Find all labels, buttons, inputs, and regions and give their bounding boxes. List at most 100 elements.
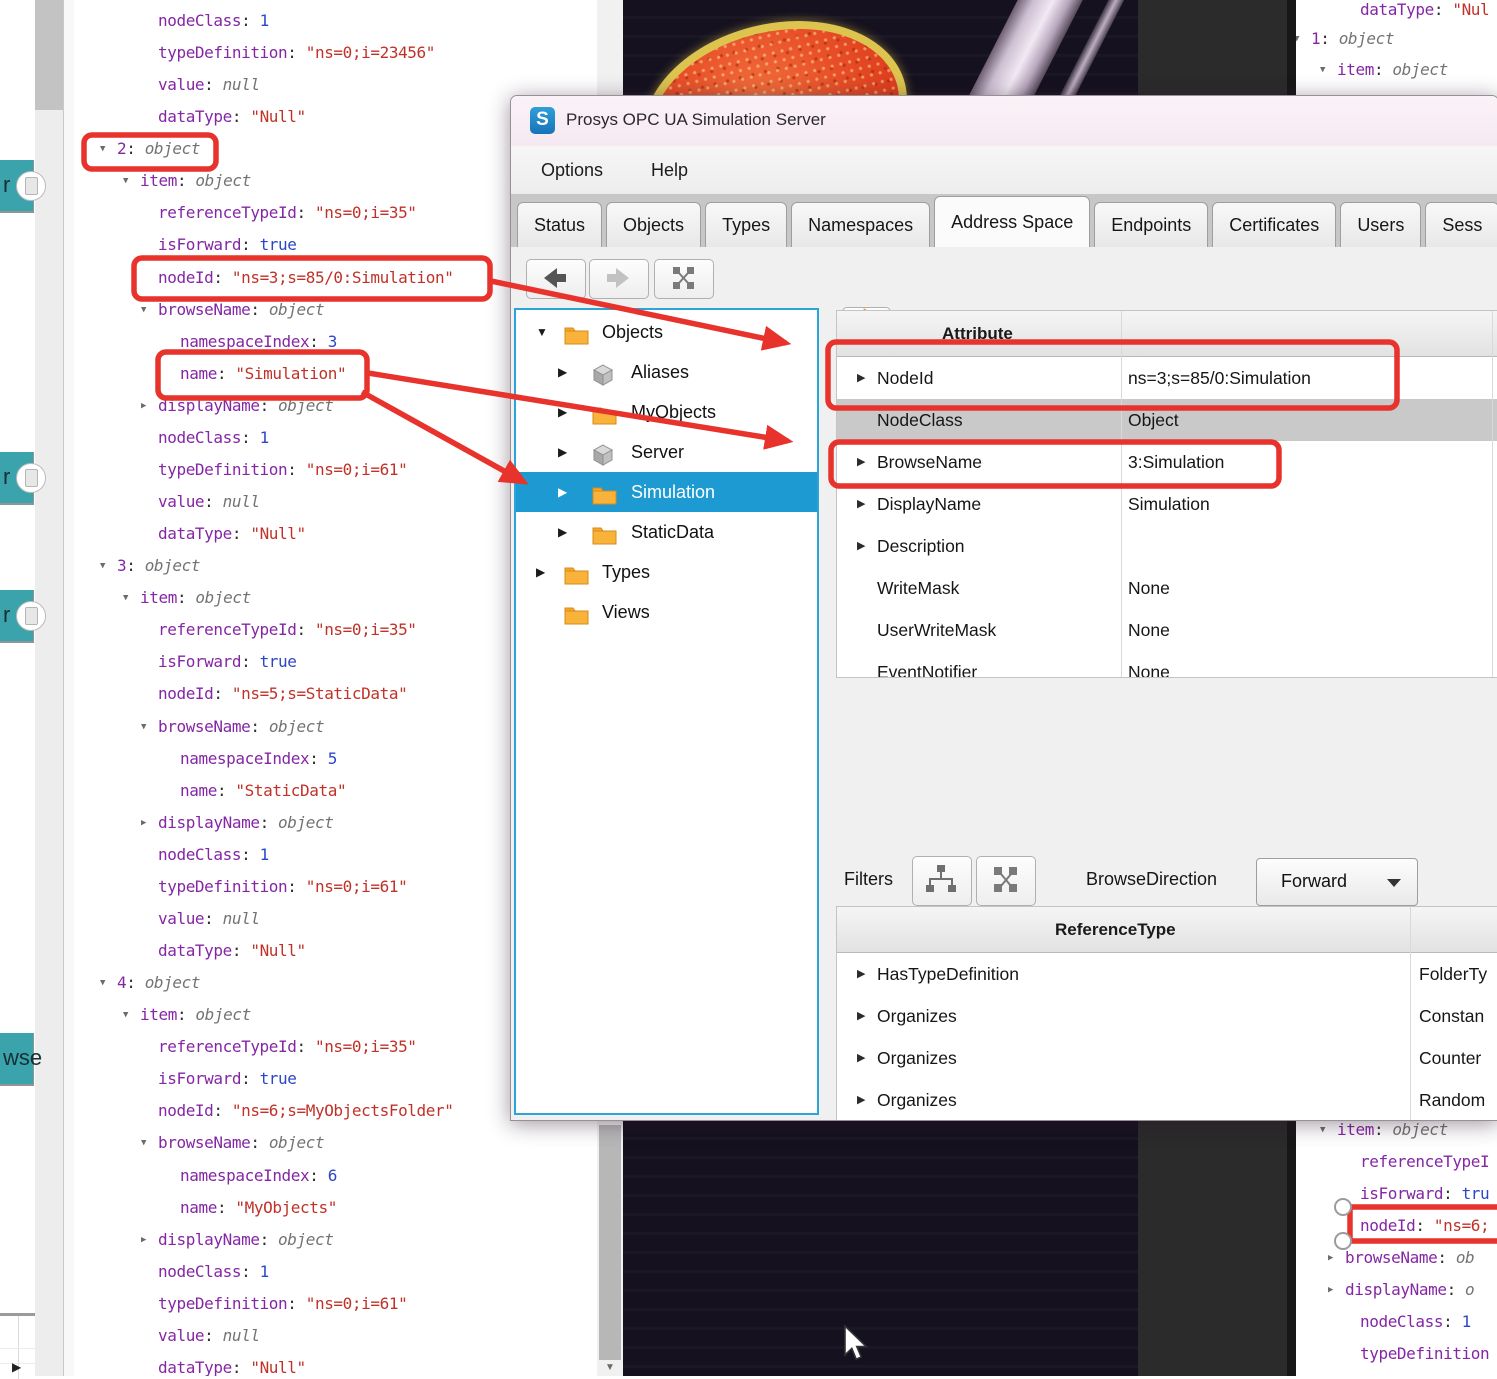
json-line[interactable]: value: null [158, 1320, 260, 1352]
json-line[interactable]: typeDefinition [1360, 1338, 1489, 1370]
json-line[interactable]: referenceTypeId: "ns=0;i=35" [158, 614, 417, 646]
tree-item-aliases[interactable]: ▶Aliases [516, 352, 817, 392]
tab-namespaces[interactable]: Namespaces [791, 202, 930, 247]
tab-status[interactable]: Status [517, 202, 602, 247]
tab-certificates[interactable]: Certificates [1212, 202, 1336, 247]
attribute-table-header[interactable]: Attribute [837, 311, 1497, 357]
json-line[interactable]: ▼2: object [117, 133, 200, 165]
reference-row-2[interactable]: ▶OrganizesCounter [837, 1037, 1497, 1079]
tab-users[interactable]: Users [1340, 202, 1421, 247]
node-port[interactable] [16, 171, 46, 201]
browse-direction-dropdown[interactable]: Forward [1256, 858, 1418, 906]
json-line[interactable]: typeDefinition: "ns=0;i=23456" [158, 37, 435, 69]
reference-row-1[interactable]: ▶OrganizesConstan [837, 995, 1497, 1037]
attribute-row-nodeid[interactable]: ▶NodeIdns=3;s=85/0:Simulation [837, 357, 1497, 399]
json-line[interactable]: value: null [158, 69, 260, 101]
json-line[interactable]: dataType: "Null" [158, 1352, 306, 1376]
json-line[interactable]: nodeClass: 1 [158, 5, 269, 37]
json-line[interactable]: nodeClass: 1 [1360, 1306, 1471, 1338]
tab-address-space[interactable]: Address Space [934, 196, 1090, 247]
scrollbar-thumb[interactable] [35, 0, 63, 110]
json-line[interactable]: ▼item: object [140, 165, 251, 197]
json-line[interactable]: ▼4: object [117, 967, 200, 999]
json-line[interactable]: ▼browseName: object [158, 294, 324, 326]
json-line[interactable]: nodeClass: 1 [158, 422, 269, 454]
json-line[interactable]: name: "StaticData" [180, 775, 346, 807]
window-titlebar[interactable]: S Prosys OPC UA Simulation Server [511, 96, 1497, 147]
expand-view-button[interactable] [654, 259, 714, 299]
reference-row-0[interactable]: ▶HasTypeDefinitionFolderTy [837, 953, 1497, 995]
reference-row-3[interactable]: ▶OrganizesRandom [837, 1079, 1497, 1121]
json-line[interactable]: nodeId: "ns=6;s=MyObjectsFolder" [158, 1095, 453, 1127]
json-line[interactable]: typeDefinition: "ns=0;i=61" [158, 871, 407, 903]
json-line[interactable]: dataType: "Null" [158, 101, 306, 133]
back-button[interactable] [526, 259, 586, 299]
row-expand-caret[interactable]: ▶ [12, 1360, 21, 1374]
json-line[interactable]: isForward: true [158, 229, 297, 261]
json-line[interactable]: namespaceIndex: 3 [180, 326, 337, 358]
hierarchy-filter-button[interactable] [912, 856, 972, 906]
json-line[interactable]: ▼1: object [1311, 23, 1394, 55]
json-line[interactable]: nodeClass: 1 [158, 1256, 269, 1288]
attribute-row-nodeclass[interactable]: NodeClassObject [837, 399, 1497, 441]
json-line[interactable]: value: null [158, 486, 260, 518]
attribute-row-eventnotifier[interactable]: EventNotifierNone [837, 651, 1497, 678]
flow-node[interactable]: wse [0, 1033, 34, 1086]
tree-item-server[interactable]: ▶Server [516, 432, 817, 472]
json-line[interactable]: referenceTypeId: "ns=0;i=35" [158, 1031, 417, 1063]
json-line[interactable]: typeDefinition: "ns=0;i=61" [158, 1288, 407, 1320]
json-line[interactable]: dataType: "Null" [158, 935, 306, 967]
json-line[interactable]: name: "Simulation" [180, 358, 346, 390]
node-port[interactable] [16, 601, 46, 631]
attribute-row-writemask[interactable]: WriteMaskNone [837, 567, 1497, 609]
json-line[interactable]: nodeId: "ns=5;s=StaticData" [158, 678, 407, 710]
scrollbar-thumb[interactable] [599, 1125, 621, 1360]
reference-table-header[interactable]: ReferenceType [837, 907, 1497, 953]
json-line[interactable]: ▼item: object [140, 582, 251, 614]
json-line[interactable]: nodeClass: 1 [158, 839, 269, 871]
json-line[interactable]: ▶displayName: o [1345, 1274, 1474, 1306]
json-line[interactable]: ▼3: object [117, 550, 200, 582]
attribute-row-description[interactable]: ▶Description [837, 525, 1497, 567]
json-line[interactable]: ▶displayName: object [158, 1224, 333, 1256]
json-line[interactable]: name: "MyObjects" [180, 1192, 337, 1224]
json-line[interactable]: typeDefinition: "ns=0;i=61" [158, 454, 407, 486]
menu-options[interactable]: Options [529, 146, 615, 194]
tree-item-simulation[interactable]: ▶Simulation [516, 472, 817, 512]
tab-types[interactable]: Types [705, 202, 787, 247]
json-line[interactable]: nodeId: "ns=6; [1360, 1210, 1489, 1242]
node-port[interactable] [16, 463, 46, 493]
json-line[interactable]: ▼item: object [1337, 54, 1448, 86]
tab-endpoints[interactable]: Endpoints [1094, 202, 1208, 247]
json-line[interactable]: isForward: true [158, 646, 297, 678]
graph-filter-button[interactable] [976, 856, 1036, 906]
tree-item-objects[interactable]: ▼Objects [516, 312, 817, 352]
json-line[interactable]: value: null [158, 903, 260, 935]
flow-node[interactable]: r [0, 590, 34, 643]
tree-item-views[interactable]: Views [516, 592, 817, 632]
tree-item-types[interactable]: ▶Types [516, 552, 817, 592]
attribute-row-displayname[interactable]: ▶DisplayNameSimulation [837, 483, 1497, 525]
json-line[interactable]: ▶displayName: object [158, 807, 333, 839]
attribute-row-browsename[interactable]: ▶BrowseName3:Simulation [837, 441, 1497, 483]
tab-sess[interactable]: Sess [1425, 202, 1497, 247]
json-line[interactable]: referenceTypeI [1360, 1146, 1489, 1178]
flow-node[interactable]: r [0, 452, 34, 505]
flow-editor-scrollbar[interactable] [35, 0, 63, 1376]
json-line[interactable]: nodeId: "ns=3;s=85/0:Simulation" [158, 262, 453, 294]
json-line[interactable]: isForward: tru [1360, 1178, 1489, 1210]
json-line[interactable]: ▶browseName: ob [1345, 1242, 1474, 1274]
json-line[interactable]: namespaceIndex: 5 [180, 743, 337, 775]
tree-item-staticdata[interactable]: ▶StaticData [516, 512, 817, 552]
json-line[interactable]: referenceTypeId: "ns=0;i=35" [158, 197, 417, 229]
tab-objects[interactable]: Objects [606, 202, 701, 247]
json-line[interactable]: dataType: "Null" [158, 518, 306, 550]
flow-node[interactable]: r [0, 160, 34, 213]
json-line[interactable]: ▼browseName: object [158, 711, 324, 743]
scrollbar-down-button[interactable]: ▼ [599, 1360, 621, 1376]
json-line[interactable]: namespaceIndex: 6 [180, 1160, 337, 1192]
menu-help[interactable]: Help [639, 146, 700, 194]
attribute-row-userwritemask[interactable]: UserWriteMaskNone [837, 609, 1497, 651]
json-line[interactable]: ▼browseName: object [158, 1127, 324, 1159]
tree-item-myobjects[interactable]: ▶MyObjects [516, 392, 817, 432]
